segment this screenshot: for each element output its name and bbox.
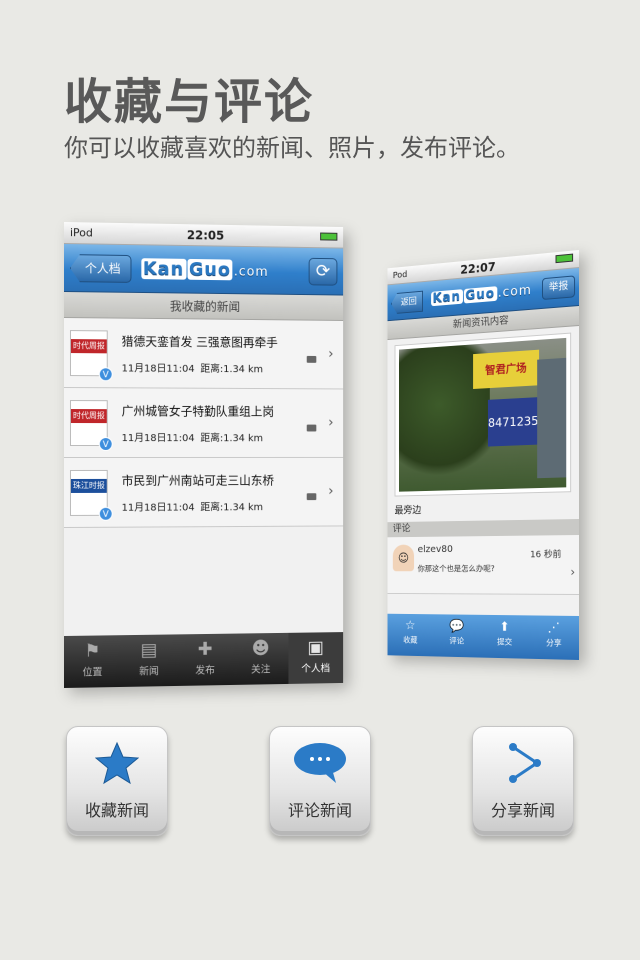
verified-icon: V: [99, 367, 113, 381]
feature-label: 收藏新闻: [67, 797, 167, 821]
tab-submit[interactable]: ⬆ 提交: [481, 615, 530, 659]
comment-user: elzev80: [418, 544, 453, 555]
news-date: 11月18日11:04: [122, 433, 195, 444]
verified-icon: V: [99, 506, 113, 520]
news-thumbnail: 时代周报 V: [70, 400, 108, 446]
tab-follow[interactable]: ☻ 关注: [233, 633, 288, 685]
favorites-phone-screen: iPod 22:05 个人档 Kan Guo .com ⟳ 我收藏的新闻 时代周报 …: [64, 222, 343, 688]
comment-time: 16 秒前: [530, 547, 561, 560]
news-photo: 智君广场 84712355: [399, 338, 566, 492]
page-subtitle: 你可以收藏喜欢的新闻、照片，发布评论。: [64, 128, 520, 163]
clock: 22:07: [460, 259, 495, 276]
chevron-right-icon: ›: [328, 346, 333, 362]
avatar: ☺: [393, 545, 414, 572]
app-logo: Kan Guo .com: [431, 283, 532, 306]
tab-location[interactable]: ⚑ 位置: [64, 635, 121, 688]
nav-bar: 个人档 Kan Guo .com ⟳: [64, 244, 343, 296]
tab-news[interactable]: ▤ 新闻: [121, 634, 177, 687]
chevron-right-icon: ›: [328, 415, 333, 431]
feature-favorite-news[interactable]: 收藏新闻: [66, 726, 168, 836]
tab-share[interactable]: ⋰ 分享: [529, 615, 579, 660]
comment-item[interactable]: ☺ elzev80 16 秒前 你那这个也是怎么办呢? ›: [388, 535, 579, 595]
photo-tag-icon: [307, 425, 317, 432]
photo-caption: 最旁边: [395, 498, 572, 516]
news-date: 11月18日11:04: [122, 502, 195, 513]
refresh-button[interactable]: ⟳: [309, 258, 338, 286]
news-title: 广州城管女子特勤队重组上岗: [122, 402, 344, 420]
carrier-label: Pod: [393, 270, 407, 281]
news-title: 市民到广州南站可走三山东桥: [122, 471, 344, 488]
verified-icon: V: [99, 437, 113, 451]
plus-icon: ✚: [177, 638, 233, 663]
app-logo: Kan Guo .com: [141, 258, 269, 281]
news-title: 猎德天銮首发 三强意图再牵手: [122, 332, 344, 351]
clock: 22:05: [187, 228, 224, 242]
share-icon: ⋰: [529, 619, 579, 638]
news-distance: 距离:1.34 km: [200, 433, 263, 444]
speech-icon: 💬: [433, 618, 480, 636]
tab-favorite[interactable]: ☆ 收藏: [388, 614, 434, 657]
report-button[interactable]: 举报: [542, 275, 575, 300]
news-date: 11月18日11:04: [122, 363, 195, 374]
upload-icon: ⬆: [481, 619, 530, 637]
battery-icon: [316, 230, 337, 243]
chevron-right-icon: ›: [328, 483, 333, 499]
feature-share-news[interactable]: 分享新闻: [472, 726, 574, 836]
photo-sign: 智君广场: [473, 350, 539, 389]
people-icon: ☻: [233, 637, 288, 661]
back-button[interactable]: 个人档: [70, 254, 132, 283]
section-title: 我收藏的新闻: [64, 292, 343, 321]
feature-comment-news[interactable]: 评论新闻: [269, 726, 371, 836]
location-icon: ⚑: [64, 639, 121, 664]
news-detail-phone-screen: Pod 22:07 返回 Kan Guo .com 举报 新闻资讯内容 智君广场 8…: [388, 250, 579, 660]
comment-text: 你那这个也是怎么办呢?: [418, 563, 495, 574]
news-row[interactable]: 时代周报 V 猎德天銮首发 三强意图再牵手 11月18日11:04 距离:1.34…: [64, 318, 343, 389]
refresh-icon: ⟳: [316, 261, 330, 282]
news-distance: 距离:1.34 km: [200, 363, 263, 374]
feature-label: 分享新闻: [473, 797, 573, 821]
photo-tag-icon: [307, 493, 317, 500]
photo-tag-icon: [307, 356, 317, 363]
carrier-label: iPod: [70, 226, 93, 239]
chevron-right-icon: ›: [570, 565, 575, 579]
news-distance: 距离:1.34 km: [200, 502, 263, 513]
battery-icon: [552, 254, 573, 267]
page-title: 收藏与评论: [64, 62, 314, 132]
tab-publish[interactable]: ✚ 发布: [177, 634, 233, 686]
news-thumbnail: 时代周报 V: [70, 330, 108, 376]
news-thumbnail: 珠江时报 V: [70, 469, 108, 515]
tab-profile[interactable]: ▣ 个人档: [288, 632, 343, 684]
news-photo-frame[interactable]: 智君广场 84712355: [395, 333, 572, 497]
list-empty-area: [64, 526, 343, 622]
speech-bubble-icon: [270, 727, 370, 783]
newspaper-icon: ▤: [121, 638, 177, 663]
back-button[interactable]: 返回: [391, 291, 423, 315]
share-icon: [473, 727, 573, 783]
action-bar: ☆ 收藏 💬 评论 ⬆ 提交 ⋰ 分享: [388, 614, 579, 660]
tab-bar: ⚑ 位置 ▤ 新闻 ✚ 发布 ☻ 关注 ▣ 个人档: [64, 632, 343, 688]
feature-label: 评论新闻: [270, 797, 370, 821]
news-row[interactable]: 珠江时报 V 市民到广州南站可走三山东桥 11月18日11:04 距离:1.34 …: [64, 458, 343, 528]
news-row[interactable]: 时代周报 V 广州城管女子特勤队重组上岗 11月18日11:04 距离:1.34 …: [64, 388, 343, 458]
star-icon: ☆: [388, 618, 434, 636]
tab-comment[interactable]: 💬 评论: [433, 614, 480, 657]
star-icon: [67, 727, 167, 783]
profile-card-icon: ▣: [288, 636, 343, 660]
